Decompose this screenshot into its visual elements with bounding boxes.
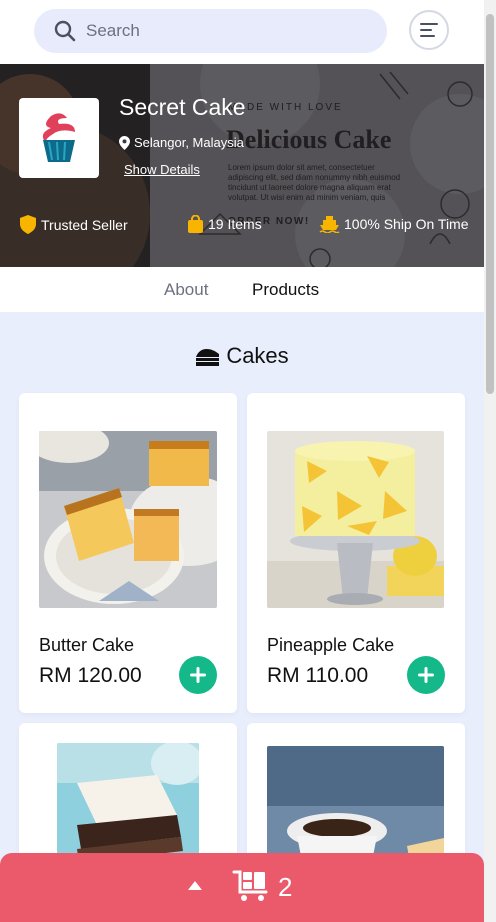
top-bar [0,0,484,64]
scrollbar-thumb[interactable] [486,14,494,394]
ship-on-time-badge: 100% Ship On Time [319,215,469,233]
location-text: Selangor, Malaysia [134,135,244,150]
cart-icon [232,870,268,901]
section-title: Cakes [0,343,484,369]
product-card[interactable]: Butter Cake RM 120.00 [19,393,237,713]
cupcake-logo-icon [42,113,75,162]
section-title-text: Cakes [226,343,289,368]
product-name: Pineapple Cake [267,635,395,655]
menu-button[interactable] [409,10,449,50]
cake-slice-icon [196,348,220,366]
product-price: RM 120.00 [39,664,142,687]
tab-bar: About Products [0,267,484,312]
shop-banner: MADE WITH LOVE Delicious Cake ORDER NOW!… [0,64,484,267]
menu-icon [420,23,438,37]
product-name: Butter Cake [39,635,135,655]
ship-on-time-text: 100% Ship On Time [344,216,469,232]
cart-count: 2 [278,872,293,902]
tab-about[interactable]: About [164,280,208,300]
butter-cake-image [39,431,217,608]
shopping-bag-icon [188,215,203,233]
page: MADE WITH LOVE Delicious Cake ORDER NOW!… [0,0,484,922]
items-count-text: 19 Items [208,216,262,232]
plus-icon [418,667,434,683]
cart-bar[interactable]: 2 [0,853,484,922]
shop-location: Selangor, Malaysia [119,135,244,150]
items-count-badge: 19 Items [187,215,262,233]
trusted-seller-badge: Trusted Seller [19,215,128,234]
search-input[interactable] [86,21,346,41]
pineapple-cake-image [267,431,444,608]
product-card[interactable]: Pineapple Cake RM 110.00 [247,393,465,713]
shop-logo [19,98,99,178]
search-icon [54,20,76,42]
location-pin-icon [119,135,130,150]
add-to-cart-button[interactable] [407,656,445,694]
show-details-link[interactable]: Show Details [124,162,200,177]
product-price: RM 110.00 [267,664,369,687]
ship-icon [319,216,340,233]
search-bar[interactable] [34,9,387,53]
shop-name: Secret Cake [119,94,246,120]
add-to-cart-button[interactable] [179,656,217,694]
trusted-seller-text: Trusted Seller [41,216,128,233]
caret-up-icon [188,881,202,890]
plus-icon [190,667,206,683]
shield-icon [20,215,36,234]
tab-products[interactable]: Products [252,280,319,300]
